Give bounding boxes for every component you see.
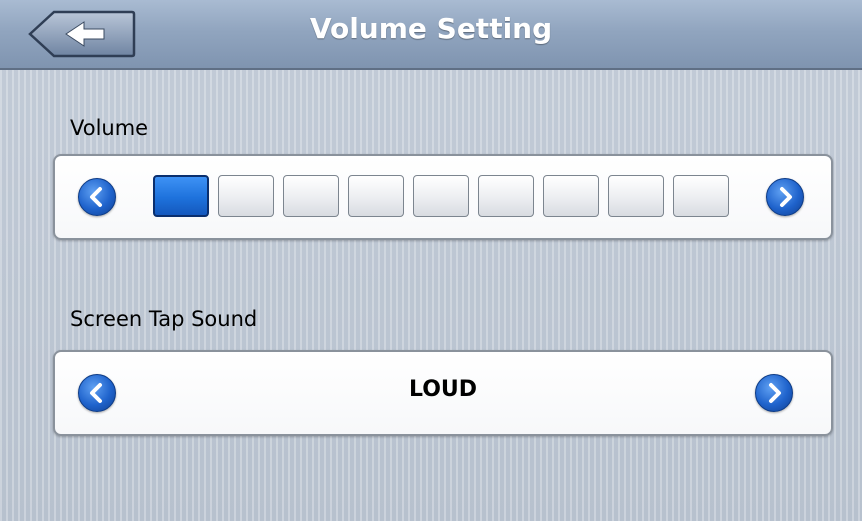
volume-panel <box>53 154 833 240</box>
volume-segment[interactable] <box>543 175 599 217</box>
background <box>0 0 862 521</box>
volume-segment[interactable] <box>348 175 404 217</box>
volume-segment[interactable] <box>608 175 664 217</box>
title-bar: Volume Setting <box>0 0 862 70</box>
volume-segment[interactable] <box>283 175 339 217</box>
chevron-right-icon <box>780 187 792 207</box>
page-title: Volume Setting <box>309 12 553 45</box>
volume-label: Volume <box>70 116 149 140</box>
volume-segment[interactable] <box>413 175 469 217</box>
volume-segment[interactable] <box>153 175 209 217</box>
volume-increase-button[interactable] <box>766 178 804 216</box>
volume-segment[interactable] <box>673 175 729 217</box>
chevron-left-icon <box>90 187 102 207</box>
tap-sound-panel: LOUD <box>53 350 833 436</box>
tap-sound-label: Screen Tap Sound <box>70 307 258 331</box>
volume-segment[interactable] <box>478 175 534 217</box>
tap-sound-next-button[interactable] <box>755 374 793 412</box>
volume-segment[interactable] <box>218 175 274 217</box>
volume-decrease-button[interactable] <box>78 178 116 216</box>
tap-sound-value: LOUD <box>408 377 478 402</box>
chevron-right-icon <box>769 383 781 403</box>
